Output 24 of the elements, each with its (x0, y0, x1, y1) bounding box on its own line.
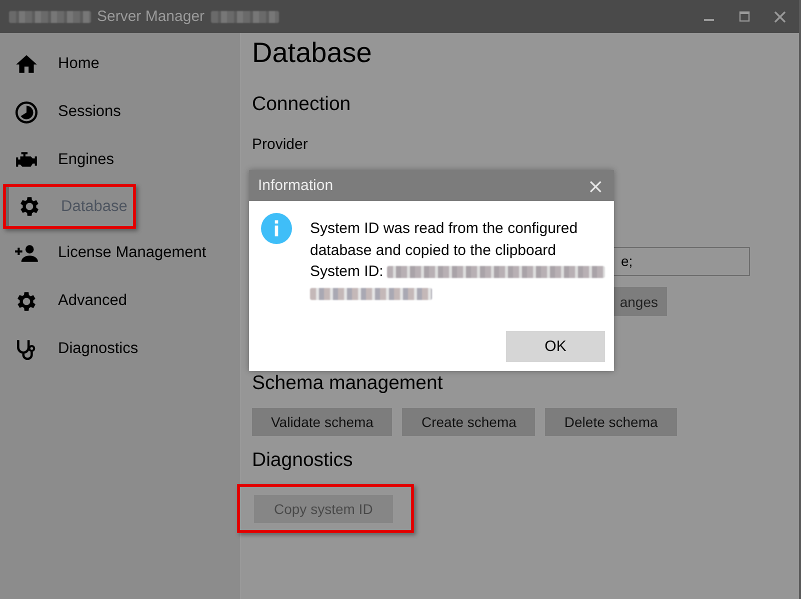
nav-item[interactable]: Home (0, 43, 240, 85)
window-title: Server Manager (97, 8, 205, 25)
close-button[interactable]: × (583, 176, 608, 196)
section-heading: Connection (252, 93, 352, 116)
section-heading: Schema management (252, 372, 444, 395)
maximize-icon[interactable] (738, 10, 752, 24)
pie-clock-icon (14, 100, 39, 124)
action-button[interactable]: Create schema (402, 408, 536, 436)
ok-button[interactable]: OK (506, 331, 605, 362)
nav-item[interactable]: Advanced (0, 280, 240, 322)
id-label: System ID: (310, 262, 384, 282)
action-button[interactable]: Delete schema (545, 408, 677, 436)
info-icon (261, 213, 292, 244)
nav-item[interactable]: Sessions (0, 91, 240, 133)
redaction-blur (210, 10, 279, 22)
close-icon[interactable] (773, 10, 787, 24)
section-heading: Diagnostics (252, 449, 354, 472)
field-label: Provider (252, 136, 309, 153)
nav-item[interactable]: Engines (0, 139, 240, 181)
nav-item[interactable]: License Management (0, 232, 240, 274)
dialog-title: Information (258, 177, 334, 194)
page-title: Database (252, 37, 373, 69)
action-button[interactable]: Validate schema (252, 408, 392, 436)
nav-item[interactable]: Diagnostics (0, 328, 240, 370)
